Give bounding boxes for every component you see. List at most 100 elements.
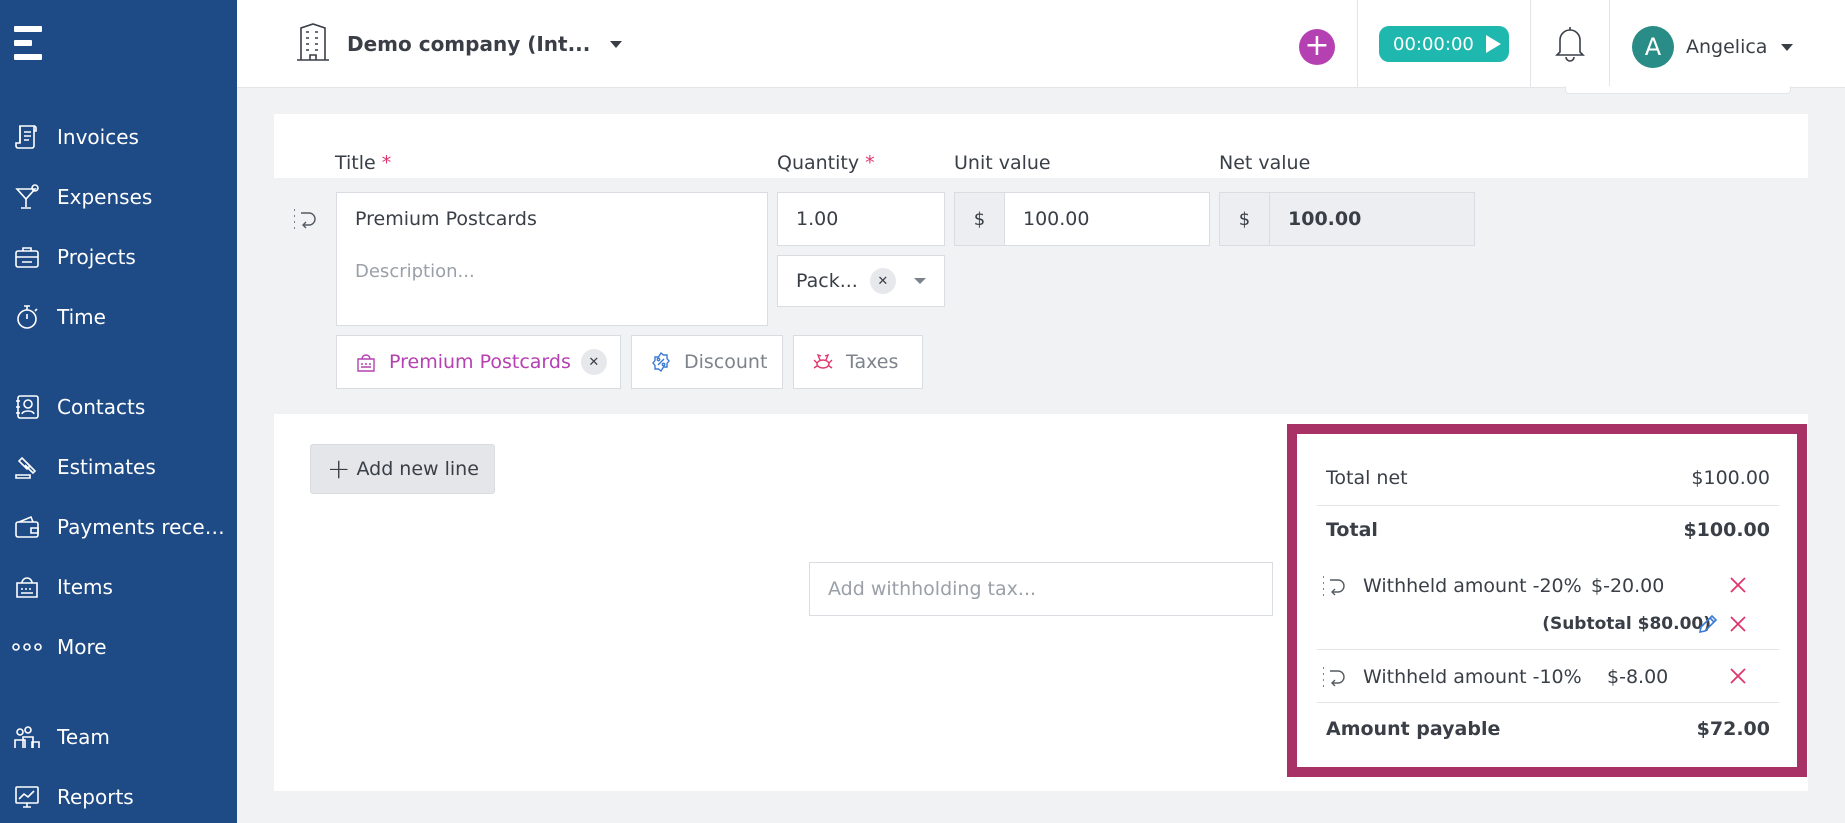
sidebar-item-label: Team (57, 725, 110, 749)
sidebar-item-label: Estimates (57, 455, 156, 479)
more-dots-icon (12, 632, 42, 662)
divider (1317, 649, 1779, 650)
amount-payable-value: $72.00 (1696, 718, 1770, 740)
sidebar-item-label: Projects (57, 245, 136, 269)
sidebar-item-contacts[interactable]: Contacts (0, 384, 237, 430)
sidebar-item-label: Reports (57, 785, 134, 809)
drag-handle-icon[interactable] (1321, 665, 1349, 689)
divider (1317, 505, 1779, 506)
total-net-value: $100.00 (1691, 467, 1770, 489)
total-net-label: Total net (1326, 467, 1408, 489)
description-input[interactable]: Description... (336, 245, 768, 326)
timer-button[interactable]: 00:00:00 (1379, 26, 1509, 62)
unit-type-select[interactable]: Pack... ✕ (777, 255, 945, 307)
sidebar-item-invoices[interactable]: Invoices (0, 114, 237, 160)
edit-pencil-icon[interactable] (1697, 613, 1719, 635)
items-icon (12, 572, 42, 602)
chevron-down-icon (913, 278, 926, 284)
item-bag-icon (357, 354, 375, 372)
withholding-label: Withheld amount -10% (1363, 666, 1582, 688)
briefcase-icon (12, 242, 42, 272)
taxes-button[interactable]: Taxes (793, 335, 923, 389)
sidebar-item-label: Expenses (57, 185, 153, 209)
sidebar-item-label: Payments recei... (57, 515, 227, 539)
header-divider (1609, 0, 1610, 88)
total-value: $100.00 (1683, 519, 1770, 541)
company-name: Demo company (Int... (347, 32, 591, 56)
quantity-input[interactable]: 1.00 (777, 192, 945, 246)
sidebar-item-payments-received[interactable]: Payments recei... (0, 504, 237, 550)
company-selector[interactable]: Demo company (Int... (295, 22, 623, 66)
withholding-value: $-20.00 (1591, 575, 1665, 597)
total-row: Total $100.00 (1326, 519, 1770, 541)
plus-icon: + (327, 452, 351, 485)
reports-icon (12, 782, 42, 812)
discount-label: Discount (684, 351, 768, 373)
building-icon (295, 22, 331, 66)
delete-subtotal-icon[interactable] (1728, 614, 1748, 634)
sidebar-item-label: Contacts (57, 395, 146, 419)
sidebar-item-label: Time (57, 305, 106, 329)
sidebar-item-more[interactable]: More (0, 624, 237, 670)
withholding-tax-input[interactable]: Add withholding tax... (809, 562, 1273, 616)
unit-value-column-label: Unit value (954, 152, 1051, 174)
sidebar: Invoices Expenses Projects Time Contacts… (0, 0, 237, 823)
sidebar-item-estimates[interactable]: Estimates (0, 444, 237, 490)
header-divider (1357, 0, 1358, 88)
title-input[interactable]: Premium Postcards (336, 192, 768, 246)
chevron-down-icon (1781, 43, 1794, 51)
taxes-label: Taxes (846, 351, 899, 373)
clear-unit-icon[interactable]: ✕ (869, 268, 896, 294)
gavel-icon (12, 452, 42, 482)
sidebar-item-label: More (57, 635, 107, 659)
hidden-field-fragment (1565, 86, 1791, 94)
bell-icon[interactable] (1553, 24, 1587, 62)
header-divider (1530, 0, 1531, 88)
invoice-icon (12, 122, 42, 152)
withholding-value: $-8.00 (1607, 666, 1669, 688)
sidebar-item-expenses[interactable]: Expenses (0, 174, 237, 220)
delete-withholding-icon[interactable] (1728, 666, 1748, 686)
withholding-subtotal: (Subtotal $80.00) (1542, 614, 1711, 634)
net-currency-label: $ (1219, 192, 1270, 246)
discount-button[interactable]: Discount (631, 335, 783, 389)
chevron-down-icon (610, 40, 623, 48)
sidebar-item-reports[interactable]: Reports (0, 774, 237, 820)
sidebar-item-label: Invoices (57, 125, 139, 149)
title-column-label: Title * (335, 152, 392, 174)
crab-icon (813, 353, 833, 369)
totals-panel: Total net $100.00 Total $100.00 Withheld… (1287, 424, 1807, 777)
unit-value-input[interactable]: 100.00 (1004, 192, 1210, 246)
sidebar-item-time[interactable]: Time (0, 294, 237, 340)
delete-withholding-icon[interactable] (1728, 575, 1748, 595)
divider (1317, 702, 1779, 703)
item-chip[interactable]: Premium Postcards ✕ (336, 335, 621, 389)
withholding-label: Withheld amount -20% (1363, 575, 1582, 597)
sidebar-item-projects[interactable]: Projects (0, 234, 237, 280)
drag-handle-icon[interactable] (1321, 574, 1349, 598)
unit-type-value: Pack... (796, 270, 858, 292)
app-logo-icon[interactable] (14, 26, 42, 60)
item-chip-label: Premium Postcards (389, 351, 571, 373)
drag-handle-icon[interactable] (292, 207, 320, 231)
stopwatch-icon (12, 302, 42, 332)
cocktail-icon (12, 182, 42, 212)
sidebar-item-team[interactable]: Team (0, 714, 237, 760)
team-icon (12, 722, 42, 752)
add-new-line-label: Add new line (356, 458, 479, 480)
add-new-line-button[interactable]: + Add new line (310, 444, 495, 494)
quick-add-button[interactable]: + (1299, 29, 1335, 65)
amount-payable-label: Amount payable (1326, 718, 1501, 740)
user-name: Angelica (1686, 36, 1768, 58)
quantity-column-label: Quantity * (777, 152, 875, 174)
wallet-icon (12, 512, 42, 542)
total-label: Total (1326, 519, 1378, 541)
net-value-column-label: Net value (1219, 152, 1311, 174)
user-menu[interactable]: A Angelica (1632, 26, 1794, 68)
discount-icon (652, 351, 670, 373)
remove-item-icon[interactable]: ✕ (580, 349, 607, 375)
sidebar-item-items[interactable]: Items (0, 564, 237, 610)
sidebar-item-label: Items (57, 575, 113, 599)
amount-payable-row: Amount payable $72.00 (1326, 718, 1770, 740)
unit-currency-label: $ (954, 192, 1005, 246)
